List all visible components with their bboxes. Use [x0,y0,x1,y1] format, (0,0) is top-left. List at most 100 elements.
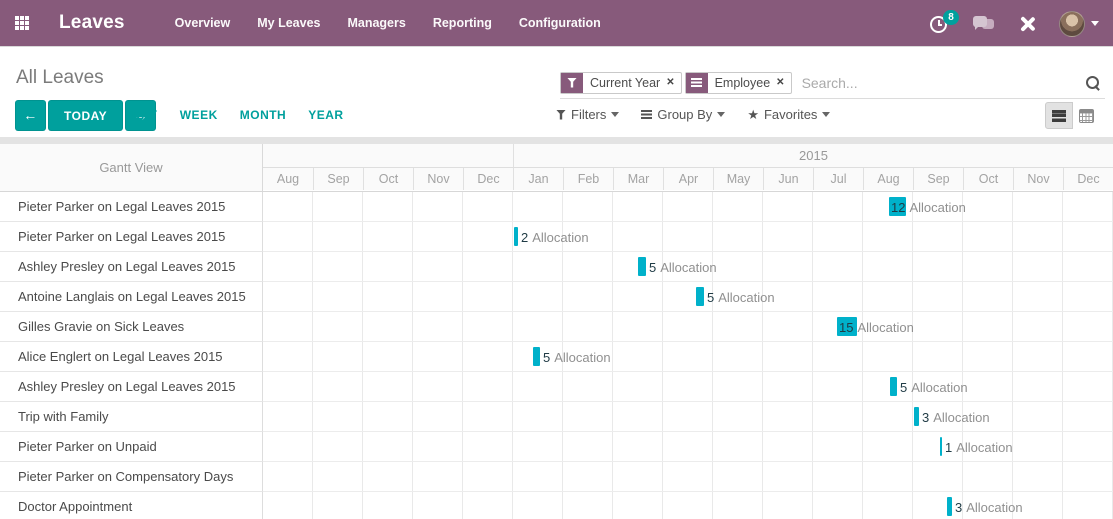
allocation-bar[interactable] [890,377,897,396]
gantt-row-timeline: 5Allocation [263,282,1113,312]
scale-month[interactable]: MONTH [240,108,287,122]
avatar [1059,11,1085,37]
chevron-down-icon [611,112,619,121]
gantt-row: Ashley Presley on Legal Leaves 20155Allo… [0,252,1113,282]
allocation-bar[interactable] [914,407,919,426]
scale-year[interactable]: YEAR [308,108,343,122]
allocation-bar[interactable] [514,227,518,246]
gantt-view-label: Gantt View [0,144,263,191]
gantt-row-timeline: 15Allocation [263,312,1113,342]
gantt-row: Pieter Parker on Legal Leaves 20152Alloc… [0,222,1113,252]
navbar-systray: 8 [930,0,1099,47]
allocation-label: 5Allocation [543,342,611,372]
month-header: Jan [513,168,563,190]
allocation-label: 2Allocation [521,222,589,252]
scale-week[interactable]: WEEK [180,108,218,122]
dropdown-label: Favorites [764,107,817,122]
month-header: Jun [763,168,813,190]
gantt-view-icon [1052,110,1066,122]
calendar-view-button[interactable] [1073,102,1101,129]
menu-item-overview[interactable]: Overview [175,16,231,30]
gantt-top-strip [0,137,1113,144]
gantt-row-label: Gilles Gravie on Sick Leaves [0,312,263,342]
allocation-bar[interactable] [837,317,857,336]
allocation-label: 5Allocation [900,372,968,402]
group-by-dropdown[interactable]: Group By [641,107,725,122]
gantt-row: Antoine Langlais on Legal Leaves 20155Al… [0,282,1113,312]
gantt-toolbar: TODAY DAY WEEK MONTH YEAR Filters Group By Fa… [0,99,1113,137]
activities-clock-icon[interactable]: 8 [930,14,950,34]
gantt-row-timeline: 12Allocation [263,192,1113,222]
favorites-dropdown[interactable]: Favorites [747,107,830,122]
gantt-row-timeline: 5Allocation [263,342,1113,372]
messages-icon[interactable] [973,15,995,33]
star-icon [747,107,759,122]
year-header [263,144,513,167]
month-header: Dec [463,168,513,190]
allocation-bar[interactable] [696,287,704,306]
allocation-label: 3Allocation [955,492,1023,519]
year-header: 2015 [513,144,1113,167]
gantt-row: Ashley Presley on Legal Leaves 20155Allo… [0,372,1113,402]
gantt-row: Pieter Parker on Compensatory Days [0,462,1113,492]
group-icon [686,73,708,93]
search-facet-employee[interactable]: Employee [685,72,792,94]
allocation-label: 1Allocation [945,432,1013,462]
search-bar: Current Year Employee [560,67,1105,99]
gantt-row-label: Ashley Presley on Legal Leaves 2015 [0,252,263,282]
view-switcher [1045,102,1101,129]
control-panel: All Leaves Current Year Employee TODAY DA… [0,47,1113,137]
filter-icon [556,110,566,120]
allocation-bar[interactable] [947,497,952,516]
app-title: Leaves [59,12,125,34]
search-input[interactable] [792,75,1085,91]
gantt-row: Doctor Appointment 3Allocation [0,492,1113,519]
allocation-bar[interactable] [533,347,540,366]
allocation-bar[interactable] [940,437,942,456]
gantt-view-button[interactable] [1045,102,1073,129]
facet-remove-icon[interactable] [776,73,790,93]
apps-grid-icon[interactable] [13,13,33,33]
search-icon[interactable] [1085,75,1101,91]
gantt-row-label: Alice Englert on Legal Leaves 2015 [0,342,263,372]
gantt-row-label: Trip with Family [0,402,263,432]
gantt-row: Pieter Parker on Unpaid1Allocation [0,432,1113,462]
allocation-label: 5Allocation [707,282,775,312]
notification-badge: 8 [943,10,959,25]
menu-item-configuration[interactable]: Configuration [519,16,601,30]
user-menu[interactable] [1059,11,1099,37]
gantt-row-timeline: 5Allocation [263,252,1113,282]
prev-button[interactable] [15,100,46,131]
page-title: All Leaves [16,67,104,89]
gantt-row-timeline: 2Allocation [263,222,1113,252]
today-button[interactable]: TODAY [48,100,123,131]
month-header: Jul [813,168,863,190]
month-header: Nov [1013,168,1063,190]
facet-remove-icon[interactable] [666,73,680,93]
arrow-left-icon [23,107,38,123]
gantt-row: Trip with Family3Allocation [0,402,1113,432]
month-header: Aug [263,168,313,190]
filter-dropdowns: Filters Group By Favorites [556,107,830,122]
filters-dropdown[interactable]: Filters [556,107,619,122]
scale-selector: DAY WEEK MONTH YEAR [132,108,344,122]
allocation-bar[interactable] [889,197,906,216]
gantt-header: Gantt View 2015 AugSepOctNovDecJanFebMar… [0,144,1113,192]
allocation-bar[interactable] [638,257,646,276]
gantt-row-label: Pieter Parker on Legal Leaves 2015 [0,192,263,222]
menu-item-my-leaves[interactable]: My Leaves [257,16,320,30]
chevron-down-icon [717,112,725,121]
tools-icon[interactable] [1018,15,1036,33]
chevron-down-icon [1091,21,1099,30]
gantt-row-label: Doctor Appointment [0,492,263,519]
scale-day[interactable]: DAY [132,108,158,122]
facet-label: Current Year [583,73,666,93]
menu-item-reporting[interactable]: Reporting [433,16,492,30]
search-facets: Current Year Employee [560,72,792,94]
search-facet-current-year[interactable]: Current Year [560,72,682,94]
month-header: Feb [563,168,613,190]
gantt-row-timeline: 3Allocation [263,402,1113,432]
menu-item-managers[interactable]: Managers [347,16,405,30]
gantt-row-label: Pieter Parker on Compensatory Days [0,462,263,492]
month-header: May [713,168,763,190]
